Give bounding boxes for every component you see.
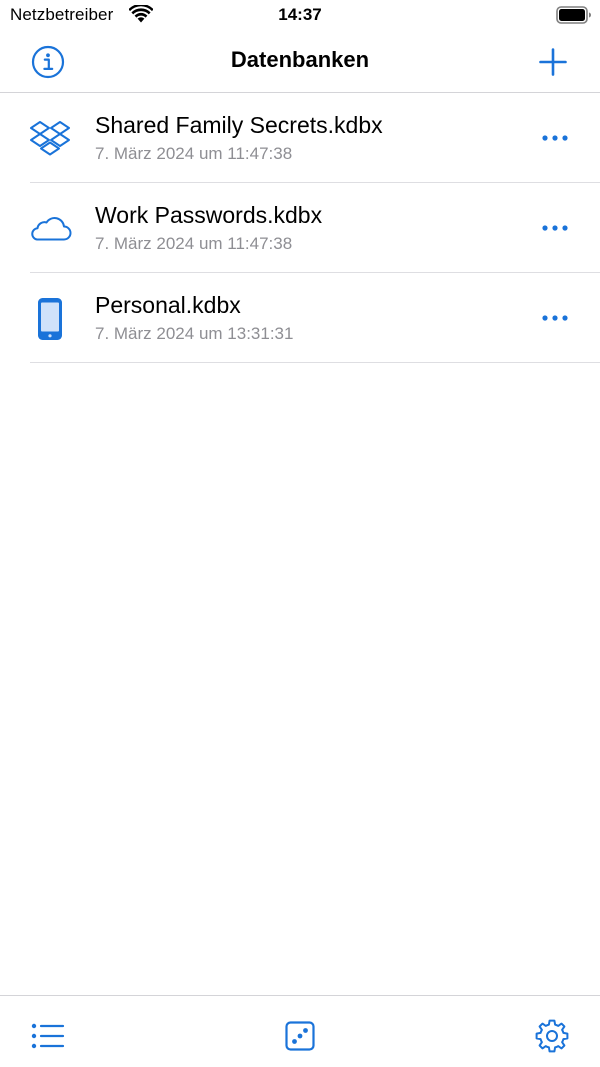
add-database-button[interactable] [533, 42, 573, 82]
ellipsis-icon [542, 315, 568, 321]
battery-icon [556, 6, 591, 24]
page-title: Datenbanken [230, 47, 370, 72]
gear-icon [535, 1019, 569, 1053]
dice-icon [285, 1021, 315, 1051]
navigation-bar: Datenbanken [0, 32, 600, 93]
list-button[interactable] [28, 1016, 68, 1056]
phone-icon [28, 297, 72, 341]
database-row[interactable]: Work Passwords.kdbx 7. März 2024 um 11:4… [0, 183, 600, 273]
status-bar: Netzbetreiber 14:37 [0, 0, 600, 32]
dropbox-icon [28, 117, 72, 161]
more-options-button[interactable] [538, 123, 572, 153]
app-screen: Netzbetreiber 14:37 Datenbanken Shared F… [0, 0, 600, 1067]
database-row[interactable]: Personal.kdbx 7. März 2024 um 13:31:31 [0, 273, 600, 363]
database-date: 7. März 2024 um 13:31:31 [95, 324, 294, 343]
bottom-toolbar [0, 995, 600, 1067]
ellipsis-icon [542, 135, 568, 141]
database-date: 7. März 2024 um 11:47:38 [95, 234, 293, 253]
clock-label: 14:37 [278, 5, 322, 24]
database-name: Personal.kdbx [95, 292, 241, 318]
database-name: Shared Family Secrets.kdbx [95, 112, 383, 138]
cloud-icon [28, 207, 72, 251]
plus-icon [539, 48, 567, 76]
settings-button[interactable] [532, 1016, 572, 1056]
database-date: 7. März 2024 um 11:47:38 [95, 144, 293, 163]
ellipsis-icon [542, 225, 568, 231]
password-generator-button[interactable] [280, 1016, 320, 1056]
database-name: Work Passwords.kdbx [95, 202, 323, 228]
more-options-button[interactable] [538, 303, 572, 333]
database-list: Shared Family Secrets.kdbx 7. März 2024 … [0, 93, 600, 363]
list-icon [31, 1023, 65, 1049]
more-options-button[interactable] [538, 213, 572, 243]
database-row[interactable]: Shared Family Secrets.kdbx 7. März 2024 … [0, 93, 600, 183]
